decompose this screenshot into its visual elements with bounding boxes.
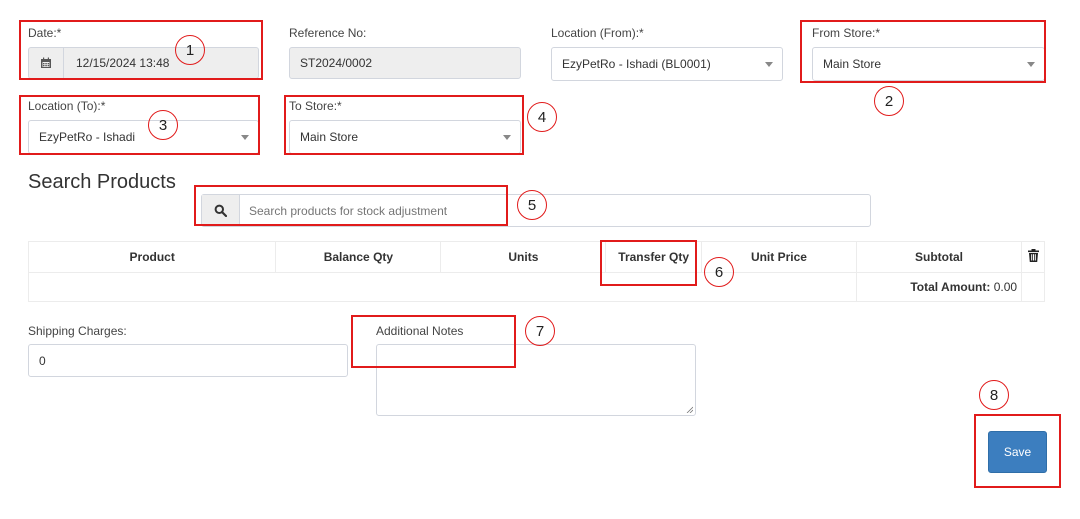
location-from-select[interactable]: EzyPetRo - Ishadi (BL0001) xyxy=(551,47,783,81)
total-amount-cell: Total Amount: 0.00 xyxy=(855,272,1023,302)
trash-icon[interactable] xyxy=(1027,249,1039,265)
highlight-box-1 xyxy=(19,20,263,80)
annotation-marker-8: 8 xyxy=(979,380,1009,410)
shipping-charges-input[interactable]: 0 xyxy=(28,344,348,377)
resize-handle-icon[interactable] xyxy=(686,406,693,413)
annotation-marker-3: 3 xyxy=(148,110,178,140)
annotation-marker-5: 5 xyxy=(517,190,547,220)
shipping-value: 0 xyxy=(39,353,46,368)
column-product: Product xyxy=(27,241,277,273)
highlight-box-8 xyxy=(974,414,1061,488)
reference-field[interactable]: ST2024/0002 xyxy=(289,47,521,79)
annotation-marker-2: 2 xyxy=(874,86,904,116)
total-amount-value: 0.00 xyxy=(993,280,1018,294)
annotation-marker-7: 7 xyxy=(525,316,555,346)
column-subtotal: Subtotal xyxy=(855,241,1023,273)
products-table: Product Balance Qty Units Transfer Qty U… xyxy=(27,241,1045,302)
search-products-heading: Search Products xyxy=(28,171,176,193)
highlight-box-3 xyxy=(19,95,260,155)
annotation-marker-4: 4 xyxy=(527,102,557,132)
highlight-box-4 xyxy=(284,95,524,155)
location-from-value: EzyPetRo - Ishadi (BL0001) xyxy=(562,57,711,71)
total-amount-label: Total Amount: xyxy=(910,280,991,294)
column-units: Units xyxy=(440,241,607,273)
location-from-label: Location (From):* xyxy=(551,26,644,40)
total-empty-cell xyxy=(1021,272,1045,302)
highlight-box-2 xyxy=(800,20,1046,83)
column-balance-qty: Balance Qty xyxy=(275,241,442,273)
highlight-box-6 xyxy=(600,240,697,286)
annotation-marker-6: 6 xyxy=(704,257,734,287)
highlight-box-5 xyxy=(194,185,508,226)
reference-label: Reference No: xyxy=(289,26,367,40)
annotation-marker-1: 1 xyxy=(175,35,205,65)
highlight-box-7 xyxy=(351,315,516,368)
shipping-label: Shipping Charges: xyxy=(28,324,127,338)
reference-value: ST2024/0002 xyxy=(300,56,373,70)
chevron-down-icon xyxy=(765,62,773,67)
delete-column xyxy=(1021,241,1045,273)
